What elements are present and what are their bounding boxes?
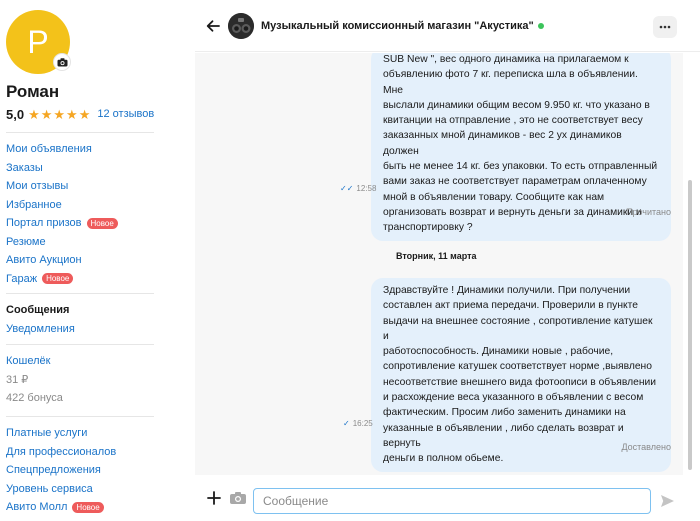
rating-value: 5,0 xyxy=(6,106,25,122)
divider xyxy=(6,416,154,417)
nav-prize-portal[interactable]: Портал призов Новое xyxy=(6,214,118,233)
nav-garage[interactable]: Гараж Новое xyxy=(6,270,118,289)
camera-icon[interactable] xyxy=(229,491,247,505)
star-icon: ★ xyxy=(78,106,91,122)
nav-special-offers[interactable]: Спецпредложения xyxy=(6,461,116,480)
message-line: сопротивление катушек соответствует норм… xyxy=(383,361,652,373)
message-meta: ✓✓ 12:58 xyxy=(340,184,376,193)
user-name: Роман xyxy=(6,82,60,101)
message-line: организовать возврат и вернуть деньги за… xyxy=(383,206,642,218)
message-line: выслали динамики общим весом 9.950 кг. ч… xyxy=(383,99,650,111)
shop-avatar[interactable] xyxy=(228,13,254,39)
chat-title[interactable]: Музыкальный комиссионный магазин "Акусти… xyxy=(261,20,544,32)
back-arrow-icon[interactable] xyxy=(205,18,221,34)
nav-notifications[interactable]: Уведомления xyxy=(6,320,75,339)
date-separator: Вторник, 11 марта xyxy=(396,251,477,261)
more-dots-icon xyxy=(659,25,671,29)
message-status: Прочитано xyxy=(626,207,671,217)
message-line: и расхождение веса указанного в объявлен… xyxy=(383,392,644,404)
message-line: выдачи на внешнее состояние , сопротивле… xyxy=(383,315,653,342)
nav-avito-mall[interactable]: Авито Молл Новое xyxy=(6,498,116,517)
change-photo-camera-icon[interactable] xyxy=(53,53,71,71)
read-double-check-icon: ✓✓ xyxy=(340,184,354,193)
wallet-balance: 31 ₽ xyxy=(6,374,29,387)
send-icon[interactable] xyxy=(660,494,675,508)
divider xyxy=(6,132,154,133)
new-badge: Новое xyxy=(72,501,104,513)
sent-check-icon: ✓ xyxy=(343,419,350,428)
message-line: мной в объявлении товару. Сообщите как н… xyxy=(383,191,605,203)
nav-favorites[interactable]: Избранное xyxy=(6,196,118,215)
nav-messages[interactable]: Сообщения xyxy=(6,301,75,320)
star-icon: ★ xyxy=(53,106,66,122)
message-line: деньги в полном обьеме. xyxy=(383,453,504,465)
message-line: SUB New ", вес одного динамика на прилаг… xyxy=(383,54,629,65)
composer xyxy=(195,476,700,521)
message-input[interactable] xyxy=(253,488,651,514)
nav-for-pros[interactable]: Для профессионалов xyxy=(6,443,116,462)
more-options-button[interactable] xyxy=(653,16,677,38)
nav-orders[interactable]: Заказы xyxy=(6,159,118,178)
divider xyxy=(6,293,154,294)
message-line: объявлению фото 7 кг. переписка шла в об… xyxy=(383,69,638,96)
nav-group-services: Платные услуги Для профессионалов Спецпр… xyxy=(6,424,116,517)
message-meta: ✓ 16:25 xyxy=(343,419,373,428)
rating-stars: ★ ★ ★ ★ ★ xyxy=(28,108,91,121)
chat-panel: Музыкальный комиссионный магазин "Акусти… xyxy=(195,0,700,521)
rating: 5,0 ★ ★ ★ ★ ★ 12 отзывов xyxy=(6,106,154,122)
message-time: 12:58 xyxy=(356,184,377,193)
nav-paid-services[interactable]: Платные услуги xyxy=(6,424,116,443)
message-line: заказанных мной динамиков - вес 2 ух дин… xyxy=(383,130,622,157)
message-time: 16:25 xyxy=(352,419,373,428)
nav-group-main: Мои объявления Заказы Мои отзывы Избранн… xyxy=(6,140,118,288)
message-line: Здравствуйте ! Динамики получили. При по… xyxy=(383,285,631,296)
reviews-link[interactable]: 12 отзывов xyxy=(97,108,154,120)
message-line: фактическим. Просим либо заменить динами… xyxy=(383,407,626,419)
nav-my-ads[interactable]: Мои объявления xyxy=(6,140,118,159)
message-status: Доставлено xyxy=(621,442,671,452)
profile-sidebar: Р Роман 5,0 ★ ★ ★ ★ ★ 12 отзывов Мои объ… xyxy=(0,0,170,521)
scrollbar[interactable] xyxy=(688,180,692,470)
chat-header: Музыкальный комиссионный магазин "Акусти… xyxy=(195,0,700,52)
message-line: несоответствие внешнего вида фотоописи в… xyxy=(383,376,657,388)
nav-service-level[interactable]: Уровень сервиса xyxy=(6,480,116,499)
star-icon: ★ xyxy=(66,106,78,122)
message-line: указанные в объявлении , либо сделать во… xyxy=(383,422,624,449)
star-icon: ★ xyxy=(28,106,40,122)
nav-my-reviews[interactable]: Мои отзывы xyxy=(6,177,118,196)
star-icon: ★ xyxy=(40,106,53,122)
new-badge: Новое xyxy=(42,273,74,285)
message-line: быть не менее 14 кг. без упаковки. То ес… xyxy=(383,161,658,173)
nav-resume[interactable]: Резюме xyxy=(6,233,118,252)
nav-wallet[interactable]: Кошелёк xyxy=(6,352,63,371)
message-line: составлен акт приема передачи. Проверили… xyxy=(383,300,638,312)
nav-auction[interactable]: Авито Аукцион xyxy=(6,251,118,270)
message-line: квитанции на отправление , это не соотве… xyxy=(383,115,643,127)
message-list[interactable]: SUB New ", вес одного динамика на прилаг… xyxy=(195,53,683,475)
message-line: работоспособность. Динамики новые , рабо… xyxy=(383,346,614,358)
message-line: транспортировку ? xyxy=(383,222,473,234)
nav-group-wallet: Кошелёк 31 ₽ 422 бонуса xyxy=(6,352,63,408)
message-line: вами заказ не соответствует параметрам о… xyxy=(383,176,647,188)
divider xyxy=(6,344,154,345)
online-status-dot xyxy=(537,23,544,30)
bonus-balance: 422 бонуса xyxy=(6,392,63,405)
attach-plus-icon[interactable] xyxy=(206,490,222,506)
nav-group-messages: Сообщения Уведомления xyxy=(6,301,75,338)
new-badge: Новое xyxy=(86,217,118,229)
